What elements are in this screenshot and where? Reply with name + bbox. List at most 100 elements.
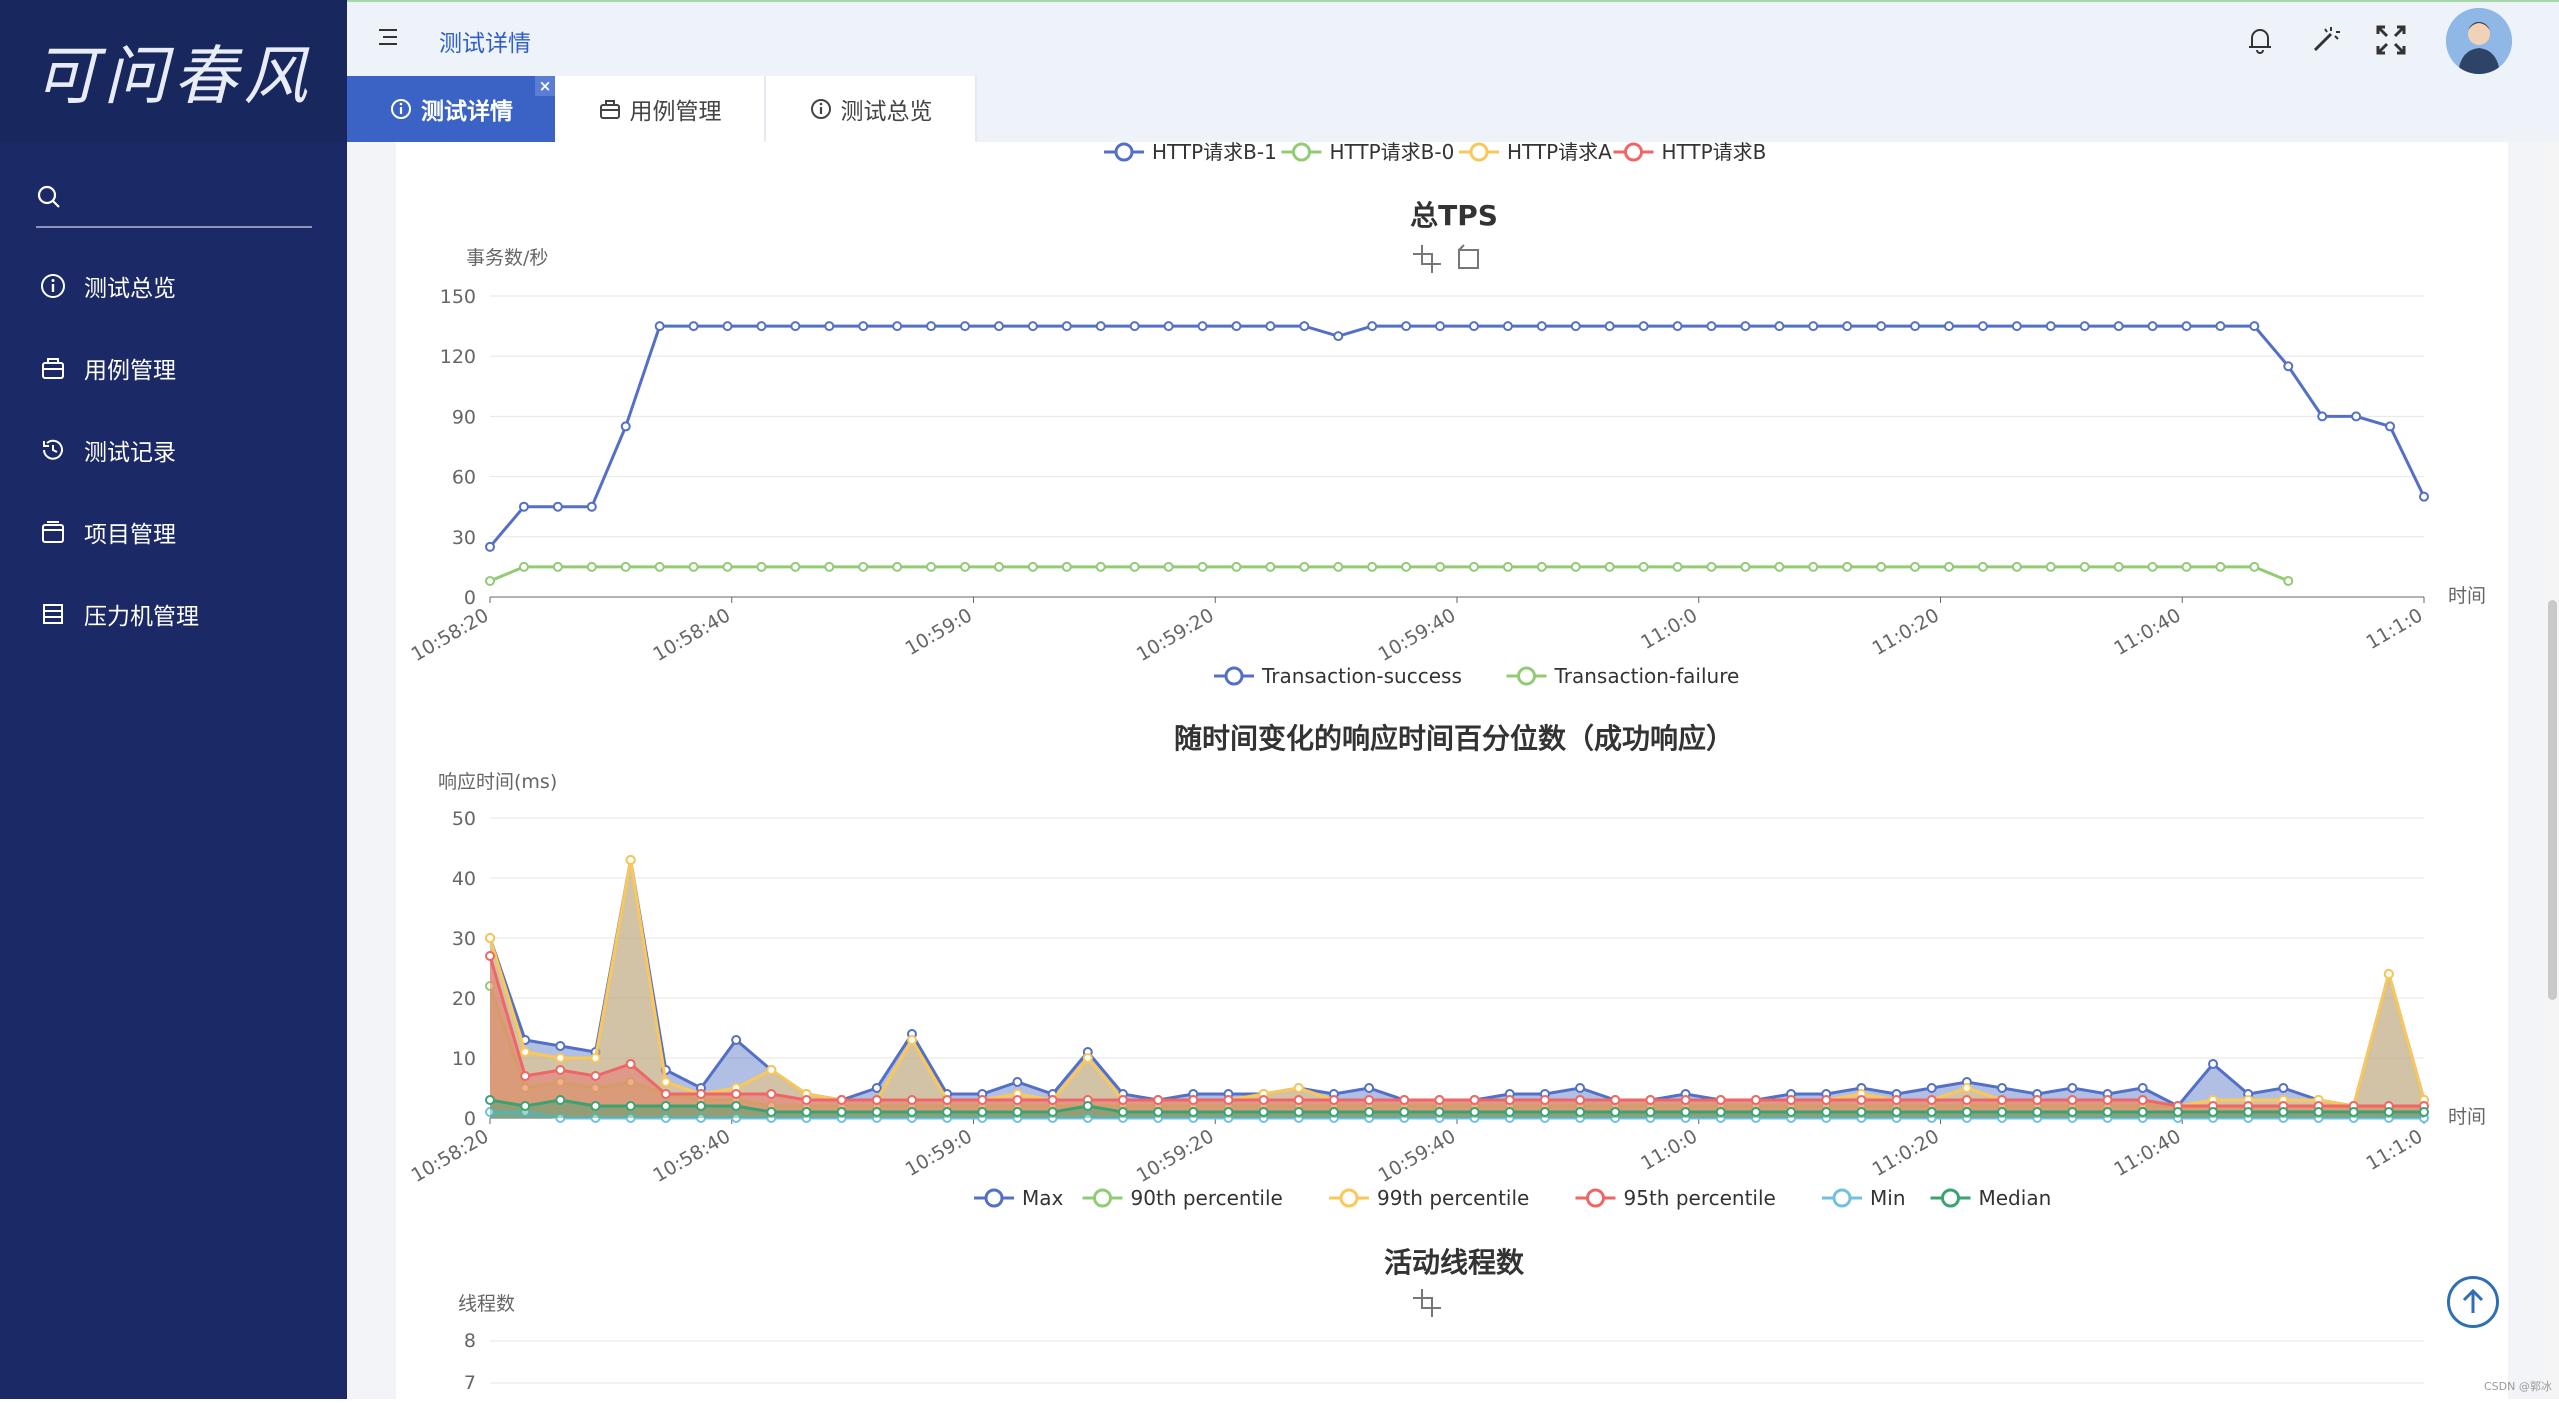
data-point <box>1401 561 1412 572</box>
data-point <box>1129 561 1140 572</box>
close-icon[interactable]: × <box>535 76 555 96</box>
sidebar-item-records[interactable]: 测试记录 <box>0 420 347 480</box>
magic-wand-icon[interactable] <box>2307 22 2343 58</box>
menu-toggle-icon[interactable] <box>377 26 399 48</box>
y-tick-label: 10 <box>452 1048 476 1070</box>
sidebar-search[interactable] <box>36 176 312 228</box>
data-point <box>1231 321 1242 332</box>
data-point <box>2113 321 2124 332</box>
legend-symbol <box>1624 142 1643 162</box>
legend-item: Transaction-failure <box>1506 664 1740 688</box>
data-point <box>2283 361 2294 372</box>
scrollbar-thumb[interactable] <box>2548 600 2557 1000</box>
data-point <box>722 321 733 332</box>
legend-label: Min <box>1870 1186 1906 1210</box>
x-tick-label: 10:58:40 <box>649 1125 734 1187</box>
data-point <box>960 561 971 572</box>
data-point <box>801 1095 812 1105</box>
x-tick-label: 10:59:20 <box>1133 604 1218 666</box>
tab-test-overview[interactable]: 测试总览 <box>766 76 977 142</box>
y-tick-label: 0 <box>464 587 476 609</box>
bell-icon[interactable] <box>2242 22 2278 58</box>
sidebar-item-overview[interactable]: 测试总览 <box>0 256 347 316</box>
search-icon[interactable] <box>36 184 62 210</box>
data-point <box>1997 1095 2008 1105</box>
data-point <box>960 321 971 332</box>
data-point <box>1910 561 1921 572</box>
data-point <box>2011 561 2022 572</box>
data-point <box>1610 1095 1621 1105</box>
data-point <box>1786 1107 1797 1117</box>
data-point <box>1926 1083 1937 1093</box>
breadcrumb[interactable]: 测试详情 <box>439 24 531 58</box>
data-point <box>1061 561 1072 572</box>
x-tick-label: 10:59:0 <box>902 604 976 660</box>
tab-case-management[interactable]: 用例管理 <box>555 76 766 142</box>
avatar[interactable] <box>2446 8 2512 74</box>
data-point <box>1504 1107 1515 1117</box>
restore-icon[interactable] <box>1458 244 1479 269</box>
y-tick-label: 7 <box>464 1372 476 1394</box>
legend-item: HTTP请求B-0 <box>1281 140 1454 164</box>
data-point <box>790 321 801 332</box>
data-point <box>2419 1107 2429 1117</box>
fullscreen-icon[interactable] <box>2373 22 2409 58</box>
data-point <box>1808 321 1819 332</box>
zoom-icon[interactable] <box>1413 1289 1441 1317</box>
legend-symbol <box>1339 1188 1359 1208</box>
data-point <box>695 1089 706 1099</box>
legend-label: 99th percentile <box>1377 1186 1529 1210</box>
data-point <box>1188 1107 1199 1117</box>
sidebar-item-label: 用例管理 <box>84 358 176 384</box>
x-axis-label: 时间 <box>2448 1106 2486 1128</box>
legend-item: Min <box>1822 1186 1906 1210</box>
sidebar-item-projects[interactable]: 项目管理 <box>0 502 347 562</box>
chart-legend: Transaction-success Transaction-failure <box>1214 664 1739 688</box>
back-to-top-icon <box>2462 1288 2484 1313</box>
data-point <box>1364 1083 1375 1093</box>
data-point <box>766 1107 777 1117</box>
data-point <box>485 1095 495 1105</box>
sidebar-item-cases[interactable]: 用例管理 <box>0 338 347 398</box>
x-tick-label: 11:0:0 <box>1637 1125 1701 1175</box>
x-tick-label: 11:0:0 <box>1637 604 1701 654</box>
legend-label: HTTP请求B <box>1662 142 1767 164</box>
data-point <box>1129 321 1140 332</box>
data-point <box>2079 321 2090 332</box>
data-point <box>1740 561 1751 572</box>
tps-chart: 总TPS 事务数/秒 时间 0 30 60 90 120 150 10:58:20 10:58… <box>408 199 2486 688</box>
app-logo[interactable]: 可问春风 <box>0 0 347 142</box>
legend-symbol <box>1292 142 1311 162</box>
tab-test-detail[interactable]: 测试详情 × <box>347 76 555 142</box>
tab-label: 用例管理 <box>629 99 722 125</box>
y-tick-label: 30 <box>452 527 476 549</box>
data-point <box>1328 1095 1339 1105</box>
data-point <box>1750 1107 1761 1117</box>
data-point <box>1435 561 1446 572</box>
data-point <box>2348 1107 2359 1117</box>
legend-symbol <box>1093 1188 1112 1208</box>
data-point <box>731 1035 742 1045</box>
data-point <box>1367 561 1378 572</box>
x-tick-label: 10:58:20 <box>408 604 493 666</box>
y-tick-label: 50 <box>452 808 476 830</box>
chart-title: 活动线程数 <box>1384 1246 1525 1279</box>
zoom-icon[interactable] <box>1413 245 1441 273</box>
back-to-top-button[interactable] <box>2447 1276 2499 1328</box>
legend-symbol <box>1469 142 1489 162</box>
data-point <box>485 933 495 943</box>
data-point <box>485 575 495 586</box>
data-point <box>1604 561 1615 572</box>
history-icon <box>43 439 63 460</box>
y-tick-label: 40 <box>452 868 476 890</box>
data-point <box>1536 561 1547 572</box>
data-point <box>2032 1095 2043 1105</box>
sidebar-item-stress-machines[interactable]: 压力机管理 <box>0 584 347 644</box>
legend-symbol <box>984 1188 1004 1208</box>
data-point <box>2208 1059 2219 1069</box>
y-tick-label: 0 <box>464 1108 476 1130</box>
legend-label: Transaction-failure <box>1554 664 1740 688</box>
legend-label: 90th percentile <box>1131 1186 1283 1210</box>
x-tick-label: 10:59:40 <box>1375 1125 1460 1187</box>
legend-symbol <box>1224 666 1244 686</box>
